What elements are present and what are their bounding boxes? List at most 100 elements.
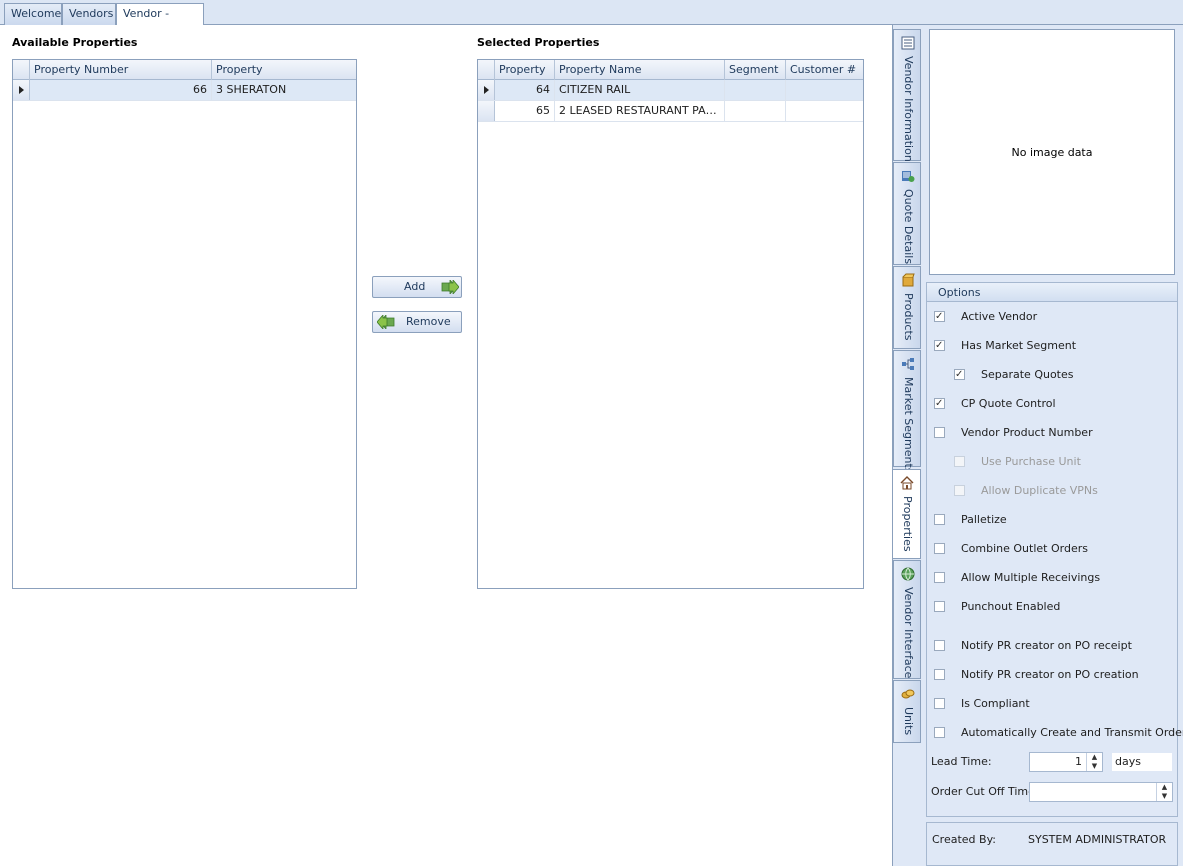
checkbox[interactable]: [934, 698, 945, 709]
quote-icon: [902, 171, 915, 182]
table-row[interactable]: 64 CITIZEN RAIL: [478, 80, 863, 101]
available-properties-title: Available Properties: [12, 36, 138, 49]
cell-property-name[interactable]: CITIZEN RAIL: [555, 80, 725, 100]
table-row[interactable]: 66 3 SHERATON: [13, 80, 356, 101]
checkbox[interactable]: [934, 338, 945, 354]
document-tab-strip: Welcome Vendors Vendor - 1✕: [0, 0, 1183, 41]
tab-label: Quote Details: [902, 189, 915, 265]
table-row[interactable]: 65 2 LEASED RESTAURANT PART...: [478, 101, 863, 122]
created-by-label: Created By:: [932, 833, 996, 846]
lead-time-spinner[interactable]: 1 ▲ ▼: [1029, 752, 1103, 772]
tab-vendor-information[interactable]: Vendor Information: [893, 29, 921, 162]
tab-label: Products: [902, 293, 915, 341]
column-header-segment[interactable]: Segment: [725, 60, 786, 80]
checkbox[interactable]: [954, 367, 965, 383]
selected-properties-grid[interactable]: Property Property Name Segment Customer …: [477, 59, 864, 589]
option-label: Allow Duplicate VPNs: [981, 484, 1098, 497]
spin-buttons[interactable]: ▲ ▼: [1086, 753, 1102, 771]
tab-label: Units: [902, 707, 915, 736]
tab-label: Vendor Information: [902, 56, 915, 162]
tab-vendor-1[interactable]: Vendor - 1✕: [116, 3, 204, 41]
no-image-text: No image data: [1011, 146, 1093, 159]
options-title: Options: [927, 283, 1177, 302]
cell-customer-number[interactable]: [786, 80, 864, 100]
tab-quote-details[interactable]: Quote Details: [893, 162, 921, 265]
tab-label: Welcome: [11, 7, 62, 20]
indicator-header: [478, 60, 495, 80]
grid-header: Property Number Property: [13, 60, 356, 80]
tab-vendors[interactable]: Vendors: [62, 3, 116, 25]
cell-property[interactable]: 64: [495, 80, 555, 100]
column-header-property[interactable]: Property: [212, 60, 357, 80]
lead-time-value: 1: [1075, 755, 1082, 768]
units-icon: [901, 689, 915, 699]
segments-icon: [902, 358, 914, 370]
available-properties-grid[interactable]: Property Number Property 66 3 SHERATON: [12, 59, 357, 589]
cell-property[interactable]: 3 SHERATON: [212, 80, 357, 100]
properties-panel: Available Properties Selected Properties…: [0, 25, 893, 866]
spin-down-icon[interactable]: ▼: [1087, 762, 1102, 771]
option-label: Vendor Product Number: [961, 426, 1093, 439]
column-header-property-number[interactable]: Property Number: [30, 60, 212, 80]
checkbox[interactable]: [934, 543, 945, 554]
options-group: Options Active Vendor Has Market Segment…: [926, 282, 1183, 817]
checkbox[interactable]: [934, 669, 945, 680]
tab-label: Market Segments: [902, 377, 915, 474]
vendor-image-box[interactable]: No image data: [929, 29, 1175, 275]
spin-down-icon[interactable]: ▼: [1157, 792, 1172, 801]
indicator-header: [13, 60, 30, 80]
lead-time-label: Lead Time:: [931, 755, 992, 768]
option-label: Has Market Segment: [961, 339, 1077, 352]
created-by-value: SYSTEM ADMINISTRATOR: [1028, 833, 1167, 846]
option-label: Is Compliant: [961, 697, 1030, 710]
row-indicator: [478, 101, 495, 121]
column-header-property-name[interactable]: Property Name: [555, 60, 725, 80]
selected-properties-title: Selected Properties: [477, 36, 600, 49]
checkbox[interactable]: [934, 640, 945, 651]
checkbox: [954, 485, 965, 496]
globe-icon: [901, 567, 915, 581]
checkbox[interactable]: [934, 427, 945, 438]
remove-button[interactable]: Remove: [372, 311, 462, 333]
tab-label: Properties: [901, 496, 914, 552]
cell-property-number[interactable]: 66: [30, 80, 212, 100]
spin-up-icon[interactable]: ▲: [1157, 783, 1172, 792]
checkbox[interactable]: [934, 601, 945, 612]
add-button[interactable]: Add: [372, 276, 462, 298]
cutoff-time-input[interactable]: ▲ ▼: [1029, 782, 1173, 802]
arrow-right-icon: [441, 280, 459, 294]
tab-label: Vendor Interface: [902, 587, 915, 679]
cell-segment[interactable]: [725, 80, 786, 100]
cell-property[interactable]: 65: [495, 101, 555, 121]
tab-properties[interactable]: Properties: [893, 469, 921, 559]
checkbox[interactable]: [934, 309, 945, 325]
checkbox[interactable]: [934, 514, 945, 525]
tab-vendor-interface[interactable]: Vendor Interface: [893, 560, 921, 679]
cell-customer-number[interactable]: [786, 101, 864, 121]
checkbox[interactable]: [934, 727, 945, 738]
option-label: Palletize: [961, 513, 1007, 526]
grid-header: Property Property Name Segment Customer …: [478, 60, 863, 80]
tab-products[interactable]: Products: [893, 266, 921, 349]
checkbox[interactable]: [934, 396, 945, 412]
tab-units[interactable]: Units: [893, 680, 921, 743]
option-label: Combine Outlet Orders: [961, 542, 1088, 555]
option-label: Notify PR creator on PO creation: [961, 668, 1139, 681]
cell-segment[interactable]: [725, 101, 786, 121]
checkbox[interactable]: [934, 572, 945, 583]
spin-up-icon[interactable]: ▲: [1087, 753, 1102, 762]
tab-welcome[interactable]: Welcome: [4, 3, 62, 25]
option-label: Punchout Enabled: [961, 600, 1061, 613]
row-indicator: [478, 80, 495, 100]
option-label: Allow Multiple Receivings: [961, 571, 1101, 584]
column-header-customer-number[interactable]: Customer #: [786, 60, 864, 80]
option-label: Notify PR creator on PO receipt: [961, 639, 1132, 652]
row-arrow-icon: [19, 86, 24, 94]
arrow-left-icon: [377, 315, 395, 329]
checkbox: [954, 456, 965, 467]
tab-market-segments[interactable]: Market Segments: [893, 350, 921, 474]
cell-property-name[interactable]: 2 LEASED RESTAURANT PART...: [555, 101, 725, 121]
spin-buttons[interactable]: ▲ ▼: [1156, 783, 1172, 801]
column-header-property[interactable]: Property: [495, 60, 555, 80]
option-label: Active Vendor: [961, 310, 1038, 323]
